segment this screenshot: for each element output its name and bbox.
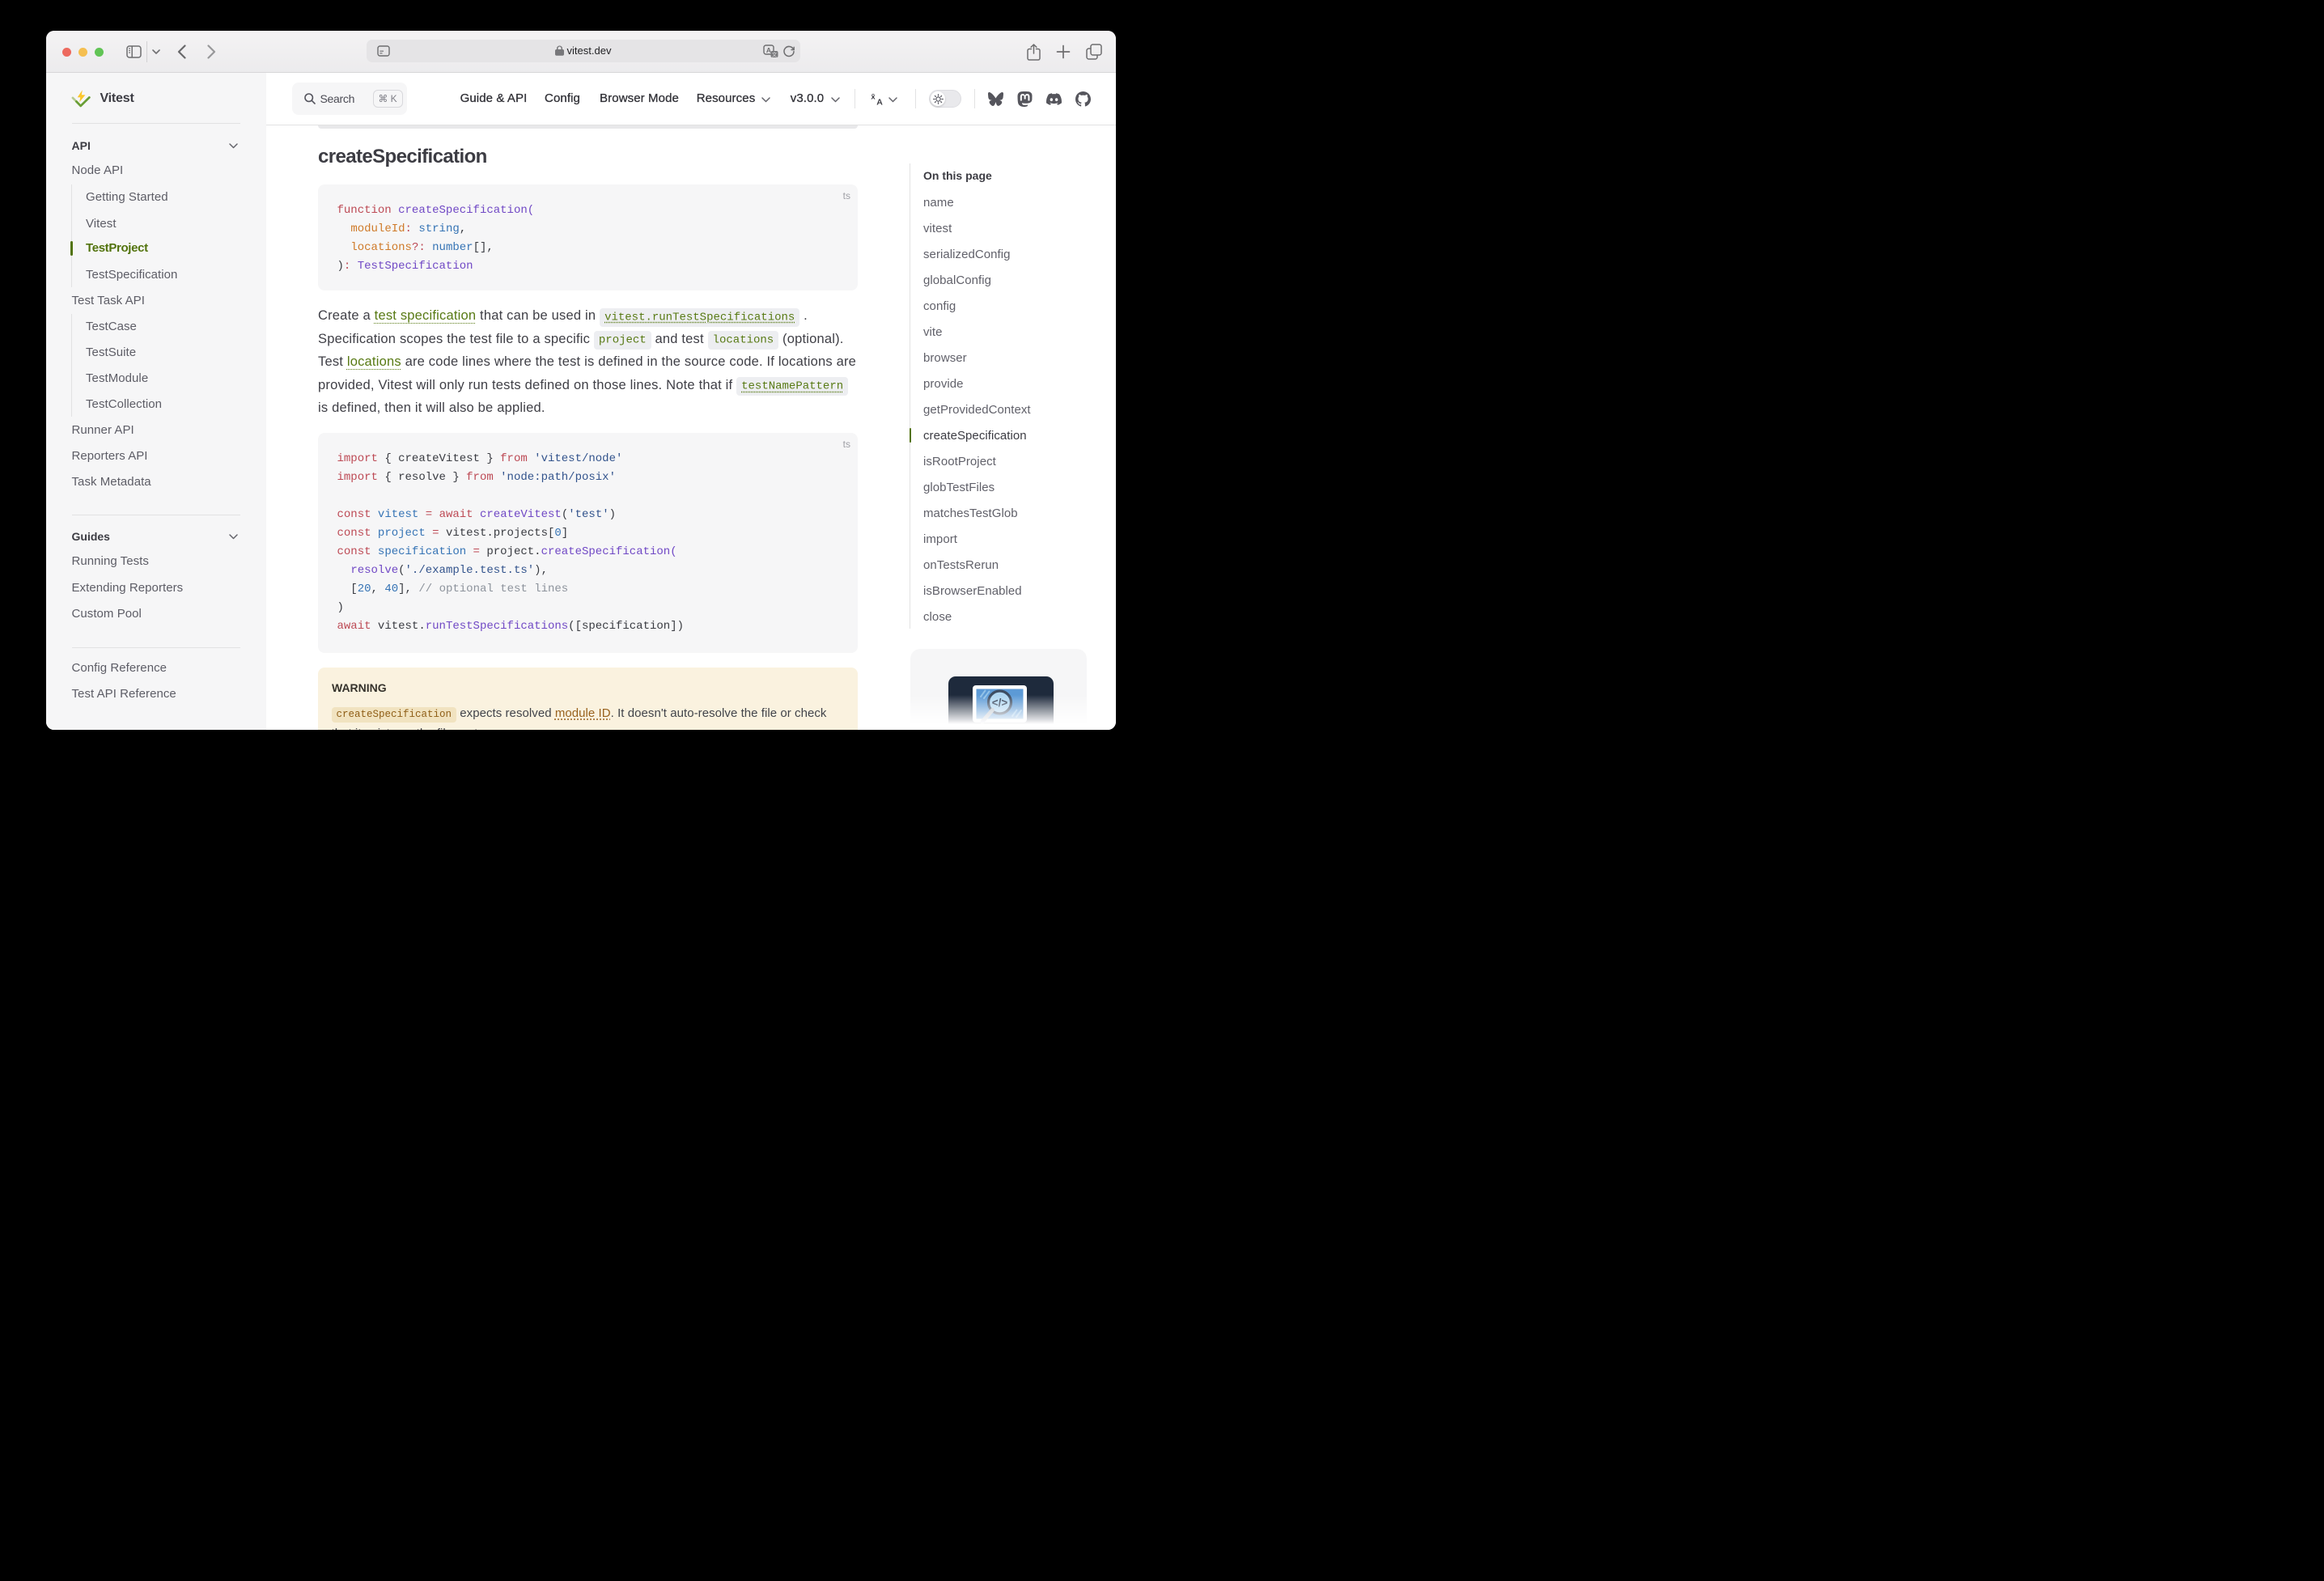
svg-text:文: 文 bbox=[771, 50, 777, 57]
svg-text:x̄: x̄ bbox=[871, 93, 876, 102]
svg-text:</>: </> bbox=[992, 697, 1008, 709]
svg-text:A: A bbox=[765, 46, 770, 54]
svg-text:A: A bbox=[876, 98, 883, 108]
